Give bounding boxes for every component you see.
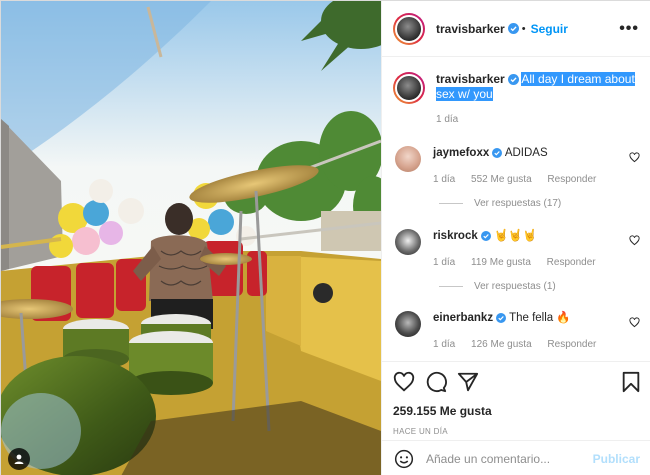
comment-input[interactable]: [426, 451, 593, 466]
comment-time: 1 día: [433, 339, 456, 350]
view-replies-label: Ver respuestas (17): [474, 198, 562, 209]
comment-avatar[interactable]: [395, 146, 421, 172]
view-replies-label: Ver respuestas (1): [474, 281, 556, 292]
add-comment-bar: Publicar: [382, 440, 650, 475]
comment-meta: 1 día 126 Me gusta Responder: [433, 337, 640, 352]
comment-text: ADIDAS: [504, 147, 548, 159]
verified-badge-icon: [492, 148, 503, 158]
comment-text: 🤘🤘🤘: [493, 230, 537, 242]
instagram-post: travisbarker • Seguir ••• travisbarker A…: [0, 0, 650, 475]
comment-username[interactable]: jaymefoxx: [433, 147, 489, 159]
comment-username[interactable]: riskrock: [433, 230, 478, 242]
comment-bubble-icon[interactable]: [425, 371, 447, 393]
post-timestamp: HACE UN DÍA: [393, 427, 448, 436]
like-heart-icon[interactable]: [393, 371, 415, 393]
post-actions: 259.155 Me gusta HACE UN DÍA: [382, 361, 650, 436]
verified-badge-icon: [496, 313, 507, 323]
comment-item: einerbankz The fella 🔥 1 día 126 Me gust…: [395, 311, 640, 352]
comment-avatar[interactable]: [395, 311, 421, 337]
header-separator: •: [521, 22, 526, 35]
comment-like-heart-icon[interactable]: [629, 317, 640, 328]
comment-likes[interactable]: 126 Me gusta: [471, 339, 532, 350]
comment-reply-button[interactable]: Responder: [547, 257, 596, 268]
comment-item: riskrock 🤘🤘🤘 1 día 119 Me gusta Responde…: [395, 229, 640, 270]
verified-badge-icon: [480, 231, 491, 241]
comment-like-heart-icon[interactable]: [629, 235, 640, 246]
comment-username[interactable]: einerbankz: [433, 312, 493, 324]
view-replies-button[interactable]: Ver respuestas (17): [439, 198, 561, 209]
comment-meta: 1 día 552 Me gusta Responder: [433, 172, 640, 187]
emoji-smiley-icon[interactable]: [394, 449, 414, 469]
save-bookmark-icon[interactable]: [621, 371, 641, 393]
post-likes-count[interactable]: 259.155 Me gusta: [393, 404, 641, 418]
replies-divider: [439, 286, 463, 287]
more-options-button[interactable]: •••: [619, 20, 639, 38]
post-header: travisbarker • Seguir •••: [382, 1, 650, 57]
publish-button[interactable]: Publicar: [593, 452, 640, 466]
action-icons-row: [393, 370, 641, 394]
follow-button[interactable]: Seguir: [531, 22, 568, 36]
comment-like-heart-icon[interactable]: [629, 152, 640, 163]
caption-avatar[interactable]: [393, 72, 425, 104]
author-avatar[interactable]: [393, 12, 425, 45]
comment-meta: 1 día 119 Me gusta Responder: [433, 255, 640, 270]
caption-time: 1 día: [436, 114, 459, 125]
comment-reply-button[interactable]: Responder: [547, 339, 596, 350]
photo-drumkit-on-bus: [1, 1, 381, 475]
comment-likes[interactable]: 119 Me gusta: [471, 257, 531, 268]
comment-reply-button[interactable]: Responder: [547, 174, 596, 185]
comment-likes[interactable]: 552 Me gusta: [471, 174, 532, 185]
view-replies-button[interactable]: Ver respuestas (1): [439, 281, 556, 292]
verified-badge-icon: [507, 74, 519, 85]
person-icon: [14, 454, 24, 464]
caption-text-block: travisbarker All day I dream about sex w…: [436, 72, 640, 102]
author-username[interactable]: travisbarker: [436, 22, 505, 36]
comment-time: 1 día: [433, 174, 456, 185]
tagged-users-button[interactable]: [8, 448, 30, 470]
share-send-icon[interactable]: [457, 371, 479, 393]
caption-username[interactable]: travisbarker: [436, 72, 505, 86]
comment-time: 1 día: [433, 257, 456, 268]
post-side-panel: travisbarker • Seguir ••• travisbarker A…: [381, 1, 650, 475]
comment-item: jaymefoxx ADIDAS 1 día 552 Me gusta Resp…: [395, 146, 640, 187]
verified-badge-icon: [507, 23, 519, 34]
replies-divider: [439, 203, 463, 204]
post-caption: travisbarker All day I dream about sex w…: [382, 58, 650, 125]
post-photo[interactable]: [1, 1, 381, 475]
comment-avatar[interactable]: [395, 229, 421, 255]
comment-text: The fella 🔥: [509, 312, 571, 324]
